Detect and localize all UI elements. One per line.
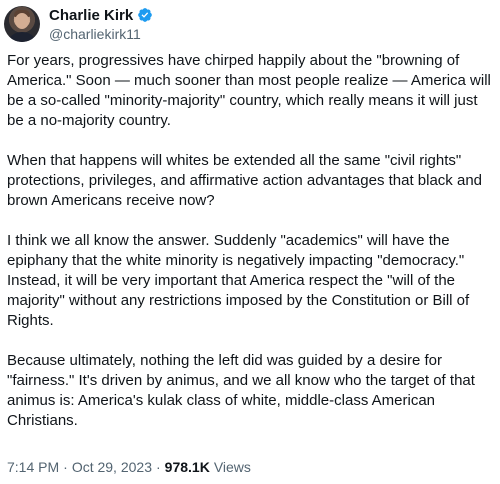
tweet-time[interactable]: 7:14 PM (7, 458, 59, 476)
tweet-date[interactable]: Oct 29, 2023 (72, 458, 152, 476)
tweet-metadata: 7:14 PM · Oct 29, 2023 · 978.1K Views (7, 458, 251, 476)
name-row: Charlie Kirk (49, 6, 153, 25)
tweet-paragraph-4: Because ultimately, nothing the left did… (7, 352, 475, 429)
views-label[interactable]: Views (214, 458, 251, 476)
views-count[interactable]: 978.1K (165, 458, 210, 476)
tweet-text: For years, progressives have chirped hap… (7, 51, 495, 431)
author-handle[interactable]: @charliekirk11 (49, 25, 153, 43)
bottom-edge (0, 478, 500, 484)
author-name[interactable]: Charlie Kirk (49, 6, 133, 25)
verified-badge-icon[interactable] (137, 7, 153, 23)
tweet-paragraph-3: I think we all know the answer. Suddenly… (7, 232, 470, 329)
meta-separator: · (155, 459, 161, 475)
avatar-face (15, 13, 29, 29)
tweet-header: Charlie Kirk @charliekirk11 (4, 3, 153, 45)
tweet-card: Charlie Kirk @charliekirk11 For years, p… (0, 0, 500, 484)
author-info: Charlie Kirk @charliekirk11 (49, 6, 153, 43)
tweet-paragraph-1: For years, progressives have chirped hap… (7, 52, 491, 129)
avatar[interactable] (4, 6, 40, 42)
avatar-suit (9, 32, 35, 42)
tweet-paragraph-2: When that happens will whites be extende… (7, 152, 483, 209)
meta-separator: · (63, 459, 68, 475)
